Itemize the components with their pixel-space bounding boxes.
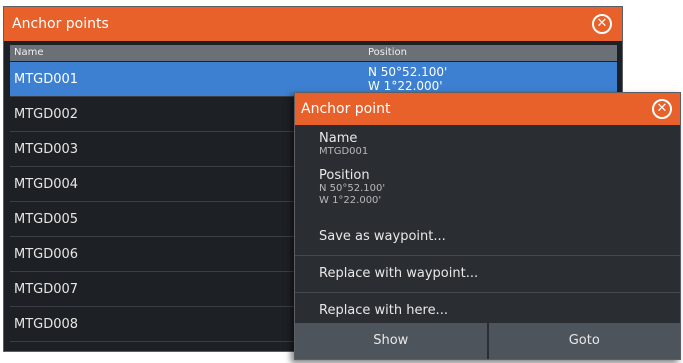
row-name: MTGD007 [14,282,79,297]
position-field[interactable]: Position N 50°52.100' W 1°22.000' [319,168,385,207]
name-value: MTGD001 [319,146,369,157]
row-position: N 50°52.100' W 1°22.000' [368,65,447,93]
show-button[interactable]: Show [295,323,487,359]
anchor-point-dialog: Anchor point ✕ Name MTGD001 Position N 5… [294,92,681,360]
row-longitude: W 1°22.000' [368,79,443,93]
dialog-button-bar: Show Goto [295,323,680,359]
window-title: Anchor points [12,16,109,32]
position-longitude: W 1°22.000' [319,195,382,206]
table-header: Name Position [10,45,617,61]
position-latitude: N 50°52.100' [319,183,386,194]
dialog-title-bar: Anchor point ✕ [295,93,680,125]
column-header-name[interactable]: Name [14,45,44,61]
goto-button[interactable]: Goto [486,323,680,359]
window-title-bar: Anchor points ✕ [4,7,622,41]
column-header-position[interactable]: Position [368,45,407,61]
name-field[interactable]: Name MTGD001 [319,131,368,158]
row-name: MTGD006 [14,247,79,262]
row-name: MTGD008 [14,317,79,332]
row-name: MTGD004 [14,177,79,192]
save-as-waypoint-item[interactable]: Save as waypoint... [295,218,680,256]
dialog-close-icon[interactable]: ✕ [652,99,672,119]
name-label: Name [319,131,358,146]
dialog-title: Anchor point [301,101,391,117]
close-icon[interactable]: ✕ [592,14,612,34]
row-latitude: N 50°52.100' [368,65,448,79]
row-name: MTGD002 [14,107,79,122]
position-label: Position [319,168,370,183]
row-name: MTGD001 [14,72,79,87]
replace-with-waypoint-item[interactable]: Replace with waypoint... [295,255,680,293]
row-name: MTGD003 [14,142,79,157]
row-name: MTGD005 [14,212,79,227]
